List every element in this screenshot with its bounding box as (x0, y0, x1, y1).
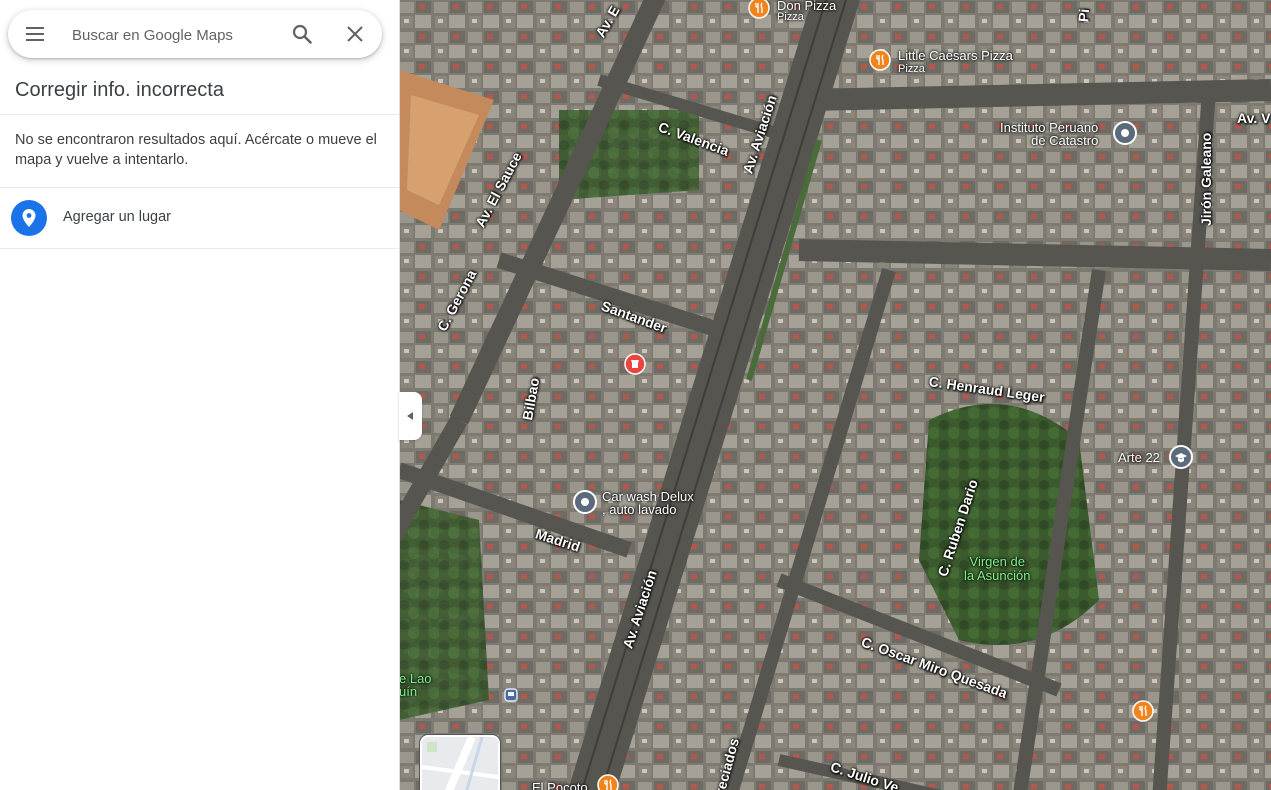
street-label: Av. V (1237, 110, 1271, 126)
close-icon (347, 26, 363, 42)
map-layer-toggle[interactable] (420, 735, 500, 790)
search-button[interactable] (290, 22, 314, 46)
add-place-label: Agregar un lugar (63, 209, 172, 225)
park-label-line: Virgen de (969, 554, 1025, 569)
park-label: Virgen de la Asunción (964, 555, 1031, 583)
poi-name-line: uín (399, 684, 418, 699)
location-dot-icon (1113, 121, 1137, 145)
poi-name[interactable]: Instituto Peruano de Catastro (1000, 121, 1098, 147)
poi-name[interactable]: Little Caesars Pizza (898, 49, 1013, 62)
poi-name[interactable]: Arte 22 (1118, 451, 1160, 464)
fork-knife-icon (748, 0, 770, 19)
poi-name-line: , auto lavado (602, 502, 677, 517)
collapse-panel-button[interactable] (399, 392, 422, 440)
location-pin-icon (11, 200, 47, 236)
location-dot-icon (573, 490, 597, 514)
poi-category: Pizza (898, 63, 925, 75)
poi-name[interactable]: Car wash Delux , auto lavado (602, 490, 694, 516)
panel-title: Corregir info. incorrecta (15, 79, 224, 101)
park-label-line: la Asunción (964, 568, 1031, 583)
poi-name-line: de Catastro (1031, 133, 1099, 148)
clear-search-button[interactable] (343, 22, 367, 46)
map-thumbnail-icon (422, 737, 498, 790)
fork-knife-icon (597, 774, 619, 790)
search-input[interactable] (70, 22, 274, 48)
fork-knife-icon (869, 49, 891, 71)
search-box (8, 10, 382, 58)
divider (0, 114, 399, 115)
shop-icon (624, 353, 646, 375)
fork-knife-icon (1132, 700, 1154, 722)
poi-name[interactable]: e Lao uín (399, 672, 432, 698)
street-label: Pi (1075, 8, 1093, 23)
satellite-map[interactable]: Av. Aviación Av. Aviación C. Valencia Av… (399, 0, 1271, 790)
poi-name[interactable]: El Pocoto (532, 781, 588, 790)
school-icon (1169, 445, 1193, 469)
add-place-button[interactable]: Agregar un lugar (0, 188, 399, 248)
search-icon (292, 24, 312, 44)
side-panel: Corregir info. incorrecta No se encontra… (0, 0, 400, 790)
no-results-message: No se encontraron resultados aquí. Acérc… (15, 132, 377, 168)
street-label: Jirón Galeano (1198, 132, 1214, 226)
caret-left-icon (407, 412, 413, 420)
divider (0, 248, 399, 249)
menu-button[interactable] (22, 22, 48, 46)
bus-icon (504, 688, 518, 702)
poi-category: Pizza (777, 11, 804, 23)
